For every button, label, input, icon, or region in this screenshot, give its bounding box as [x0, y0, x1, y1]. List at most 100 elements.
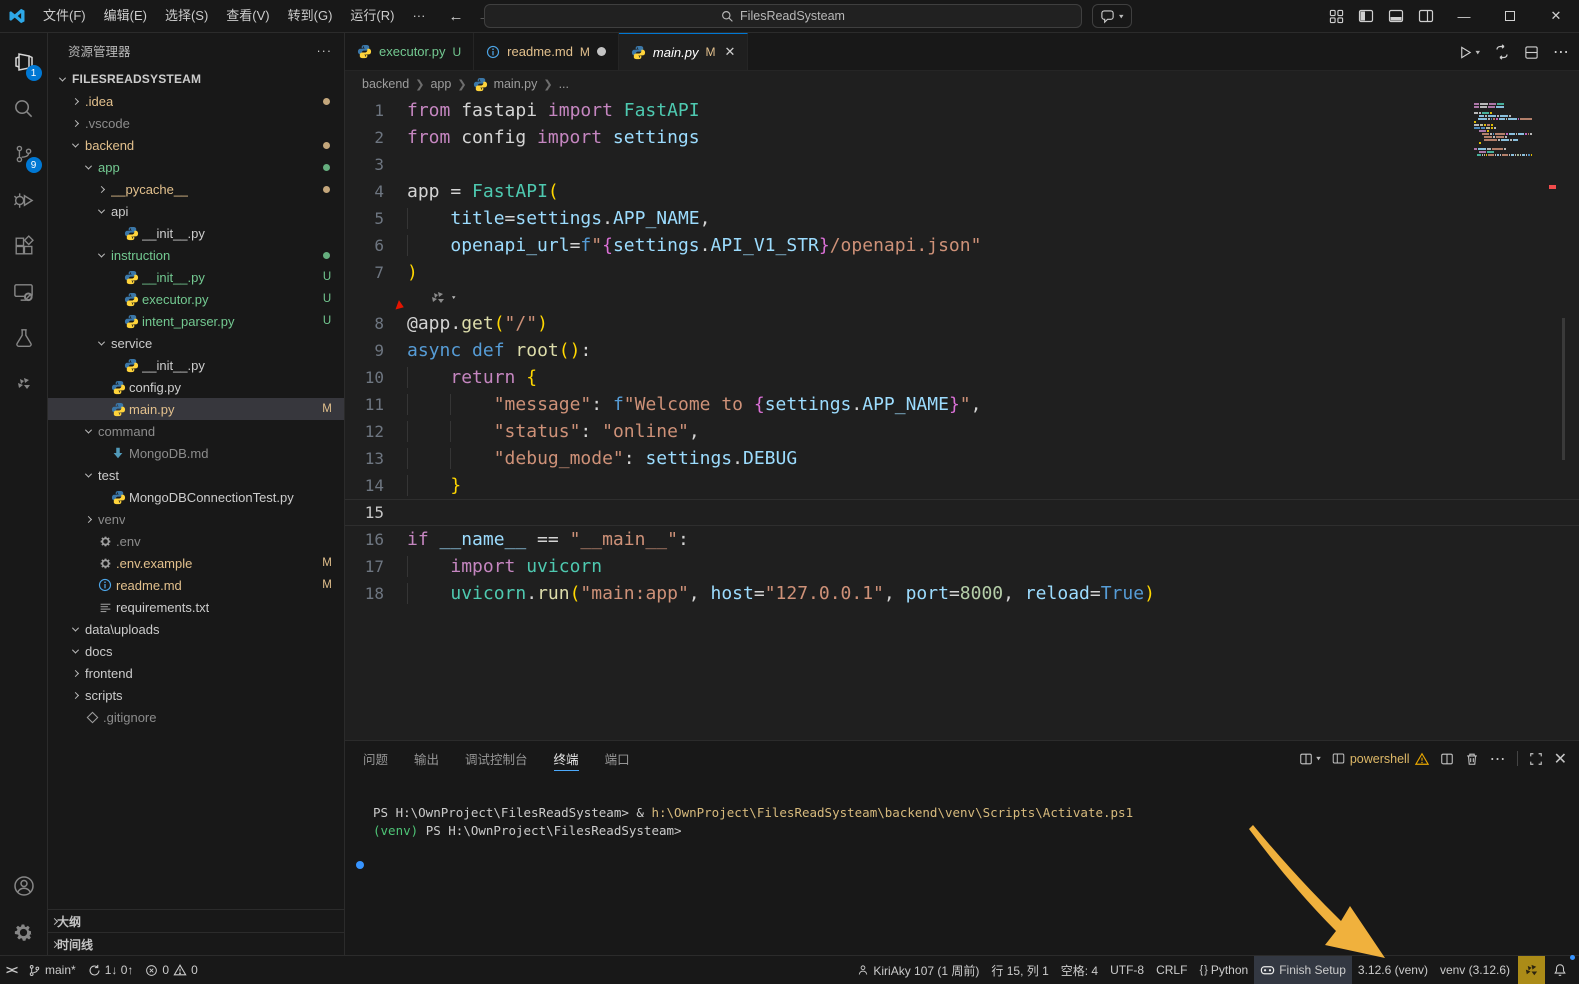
tab-executor.py[interactable]: executor.pyU — [345, 33, 474, 70]
language-mode-item[interactable]: { } Python — [1193, 956, 1254, 984]
tree-item-MongoDB.md[interactable]: MongoDB.md — [48, 442, 344, 464]
customize-layout-icon[interactable] — [1321, 0, 1351, 32]
toggle-secondary-sidebar-icon[interactable] — [1411, 0, 1441, 32]
close-panel-icon[interactable]: ✕ — [1554, 749, 1567, 769]
tree-item-service[interactable]: service — [48, 332, 344, 354]
code-line-3[interactable]: 3 — [345, 151, 1579, 178]
activitybar-explorer[interactable]: 1 — [0, 39, 48, 85]
code-line-1[interactable]: 1from fastapi import FastAPI — [345, 97, 1579, 124]
tree-item-MongoDBConnectionTest.py[interactable]: MongoDBConnectionTest.py — [48, 486, 344, 508]
kill-terminal-icon[interactable] — [1465, 752, 1479, 766]
tree-item-.vscode[interactable]: .vscode — [48, 112, 344, 134]
maximize-panel-icon[interactable] — [1529, 752, 1543, 766]
code-line-12[interactable]: 12 "status": "online", — [345, 418, 1579, 445]
tree-item-backend[interactable]: backend — [48, 134, 344, 156]
activitybar-settings[interactable] — [0, 909, 48, 955]
code-line-17[interactable]: 17 import uvicorn — [345, 553, 1579, 580]
notifications-bell[interactable] — [1547, 956, 1573, 984]
tree-item-__pycache__[interactable]: __pycache__ — [48, 178, 344, 200]
cursor-position-item[interactable]: 行 15, 列 1 — [985, 956, 1054, 984]
tree-item-scripts[interactable]: scripts — [48, 684, 344, 706]
code-line-16[interactable]: 16if __name__ == "__main__": — [345, 526, 1579, 553]
tab-main.py[interactable]: main.pyM✕ — [619, 33, 748, 70]
activitybar-run-debug[interactable] — [0, 177, 48, 223]
tree-item-intent_parser.py[interactable]: intent_parser.pyU — [48, 310, 344, 332]
tree-item-api[interactable]: api — [48, 200, 344, 222]
breadcrumb-item[interactable]: main.py — [494, 77, 538, 91]
venv-item[interactable]: venv (3.12.6) — [1434, 956, 1516, 984]
tree-item-.gitignore[interactable]: .gitignore — [48, 706, 344, 728]
finish-setup-item[interactable]: Finish Setup — [1254, 956, 1352, 984]
encoding-item[interactable]: UTF-8 — [1104, 956, 1150, 984]
panel-tab-终端[interactable]: 终端 — [554, 741, 579, 776]
gitlens-blame-item[interactable]: KiriAky 107 (1 周前) — [851, 956, 985, 984]
code-line-8[interactable]: 8@app.get("/") — [345, 310, 1579, 337]
tree-item-config.py[interactable]: config.py — [48, 376, 344, 398]
python-interpreter-item[interactable]: 3.12.6 (venv) — [1352, 956, 1434, 984]
menu-item-4[interactable]: 转到(G) — [279, 5, 342, 27]
breadcrumb-item[interactable]: app — [430, 77, 451, 91]
minimize-button[interactable]: — — [1441, 0, 1487, 32]
tree-item-docs[interactable]: docs — [48, 640, 344, 662]
tree-item-test[interactable]: test — [48, 464, 344, 486]
panel-tab-输出[interactable]: 输出 — [414, 741, 439, 776]
panel-tab-调试控制台[interactable]: 调试控制台 — [465, 741, 528, 776]
run-python-file-button[interactable]: ▾ — [1458, 45, 1480, 60]
code-editor[interactable]: 1from fastapi import FastAPI2from config… — [345, 97, 1579, 740]
command-center-search[interactable]: FilesReadSysteam — [484, 4, 1082, 28]
tree-item-venv[interactable]: venv — [48, 508, 344, 530]
remote-indicator[interactable]: >< — [0, 956, 22, 984]
maximize-button[interactable] — [1487, 0, 1533, 32]
explorer-more-icon[interactable]: ··· — [317, 44, 333, 58]
panel-tab-端口[interactable]: 端口 — [605, 741, 630, 776]
breadcrumb-item[interactable]: backend — [362, 77, 409, 91]
git-branch-item[interactable]: main* — [22, 956, 82, 984]
menu-item-0[interactable]: 文件(F) — [34, 5, 95, 27]
code-line-14[interactable]: 14 } — [345, 472, 1579, 499]
terminal-output[interactable]: PS H:\OwnProject\FilesReadSysteam> & h:\… — [345, 776, 1579, 955]
toggle-panel-icon[interactable] — [1381, 0, 1411, 32]
outline-section[interactable]: 大纲 — [48, 909, 344, 932]
menu-item-1[interactable]: 编辑(E) — [95, 5, 156, 27]
code-line-15[interactable]: 15 — [345, 499, 1579, 526]
indentation-item[interactable]: 空格: 4 — [1055, 956, 1104, 984]
tab-close-icon[interactable]: ✕ — [724, 44, 735, 60]
eol-item[interactable]: CRLF — [1150, 956, 1193, 984]
code-line-4[interactable]: 4app = FastAPI( — [345, 178, 1579, 205]
more-actions-icon[interactable]: ⋯ — [1553, 42, 1569, 62]
panel-more-icon[interactable]: ⋯ — [1490, 749, 1506, 769]
chevron-down-icon[interactable]: ▾ — [451, 294, 456, 302]
code-line-5[interactable]: 5 title=settings.APP_NAME, — [345, 205, 1579, 232]
activitybar-remote-explorer[interactable] — [0, 269, 48, 315]
tree-item-instruction[interactable]: instruction — [48, 244, 344, 266]
tree-item-frontend[interactable]: frontend — [48, 662, 344, 684]
split-editor-icon[interactable] — [1524, 45, 1539, 60]
inline-suggestion-widget[interactable]: ▾ — [345, 286, 1579, 310]
run-or-debug-icon[interactable] — [1494, 44, 1510, 60]
timeline-section[interactable]: 时间线 — [48, 932, 344, 955]
code-line-9[interactable]: 9async def root(): — [345, 337, 1579, 364]
launch-profile-button[interactable]: ▾ — [1299, 752, 1321, 766]
tree-root[interactable]: FILESREADSYSTEAM — [48, 68, 344, 90]
pinwheel-widget-icon[interactable] — [430, 290, 446, 306]
tree-item-__init__.py[interactable]: __init__.py — [48, 222, 344, 244]
tree-item-requirements.txt[interactable]: requirements.txt — [48, 596, 344, 618]
terminal-tab[interactable]: powershell — [1332, 752, 1429, 766]
dirty-dot[interactable] — [597, 47, 606, 56]
activitybar-account[interactable] — [0, 863, 48, 909]
menu-item-6[interactable]: ··· — [403, 5, 434, 27]
code-line-10[interactable]: 10 return { — [345, 364, 1579, 391]
command-decoration-dot[interactable] — [356, 861, 364, 869]
menu-item-3[interactable]: 查看(V) — [217, 5, 278, 27]
activitybar-pinwheel-extension[interactable] — [0, 361, 48, 407]
code-line-13[interactable]: 13 "debug_mode": settings.DEBUG — [345, 445, 1579, 472]
tree-item-readme.md[interactable]: readme.mdM — [48, 574, 344, 596]
minimap[interactable] — [1474, 103, 1532, 157]
panel-tab-问题[interactable]: 问题 — [363, 741, 388, 776]
code-line-11[interactable]: 11 "message": f"Welcome to {settings.APP… — [345, 391, 1579, 418]
editor-scrollbar[interactable] — [1562, 318, 1565, 460]
code-line-7[interactable]: 7) — [345, 259, 1579, 286]
close-button[interactable]: ✕ — [1533, 0, 1579, 32]
git-sync-item[interactable]: 1↓ 0↑ — [82, 956, 140, 984]
tree-item-app[interactable]: app — [48, 156, 344, 178]
